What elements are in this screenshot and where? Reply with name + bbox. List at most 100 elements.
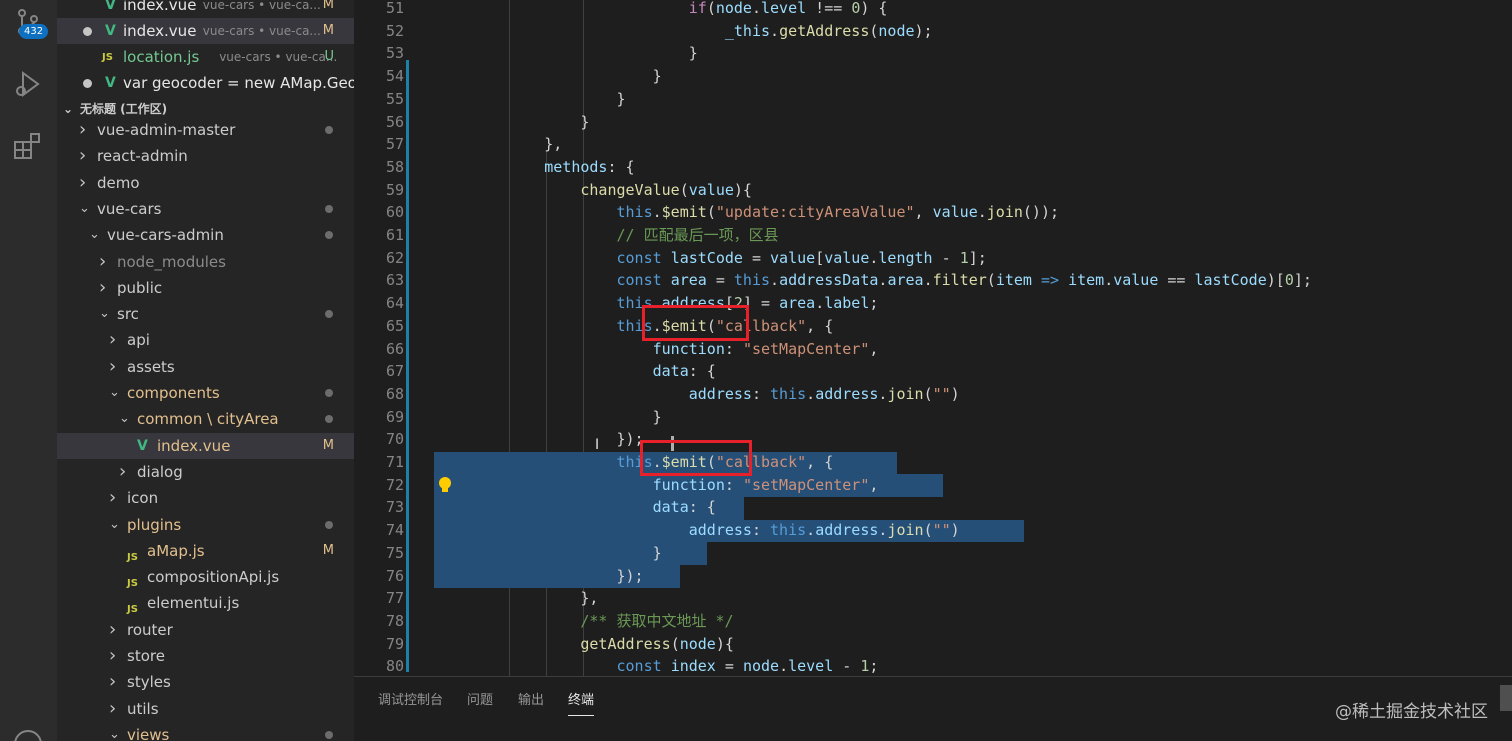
folder-item[interactable]: ⌄ vue-cars-admin: [57, 222, 354, 248]
folder-item[interactable]: ⌄ common \ cityArea: [57, 406, 354, 432]
code-token: item: [995, 271, 1032, 290]
code-token: this: [770, 521, 807, 540]
folder-item[interactable]: › node_modules: [57, 249, 354, 275]
file-item[interactable]: JS aMap.js M: [57, 538, 354, 564]
code-token: join: [887, 521, 924, 540]
code-token: : {: [688, 362, 716, 381]
folder-item[interactable]: › dialog: [57, 459, 354, 485]
run-debug-icon[interactable]: [12, 68, 44, 100]
open-editor-path: vue-cars • vue-ca...: [219, 50, 338, 64]
vue-file-icon: V: [105, 0, 116, 13]
code-token: }: [472, 543, 662, 562]
text-cursor-icon: I: [595, 437, 600, 453]
watermark: @稀土掘金技术社区: [1335, 702, 1488, 722]
code-token: (: [986, 271, 996, 290]
code-editor[interactable]: 51 if(node.level !== 0) {52 _this.getAdd…: [354, 0, 1512, 676]
file-item[interactable]: JS elementui.js: [57, 590, 354, 616]
panel-tab[interactable]: 输出: [518, 689, 544, 708]
lightbulb-icon[interactable]: [438, 476, 452, 494]
code-token: /** 获取中文地址 */: [580, 611, 734, 630]
line-number: 60: [385, 203, 404, 222]
code-token: 1: [959, 248, 969, 267]
line-number: 71: [385, 453, 404, 471]
code-token: }: [472, 44, 698, 63]
open-editor-name: location.js: [123, 48, 200, 66]
code-token: "setMapCenter": [742, 475, 870, 494]
folder-item[interactable]: › router: [57, 617, 354, 643]
panel-scrollbar[interactable]: [1500, 685, 1512, 711]
line-number: 61: [385, 226, 404, 244]
vue-file-icon: V: [105, 75, 116, 91]
folder-item[interactable]: › store: [57, 643, 354, 669]
code-token: )[: [1266, 271, 1285, 290]
folder-item[interactable]: ⌄ components: [57, 380, 354, 406]
folder-item[interactable]: › styles: [57, 669, 354, 695]
extensions-icon[interactable]: [12, 130, 44, 162]
folder-item[interactable]: › public: [57, 275, 354, 301]
code-line: 54 }: [354, 65, 1512, 88]
code-token: ==: [1158, 271, 1195, 290]
panel-tab[interactable]: 调试控制台: [378, 689, 443, 708]
chevron-right-icon: ›: [79, 119, 87, 140]
code-token: $emit: [661, 203, 707, 222]
code-token: data: [652, 362, 689, 381]
folder-item[interactable]: › assets: [57, 354, 354, 380]
account-icon[interactable]: [12, 728, 44, 741]
file-item[interactable]: JS compositionApi.js: [57, 564, 354, 590]
scm-badge: 432: [19, 24, 49, 39]
code-token: :: [751, 521, 771, 540]
folder-item[interactable]: › demo: [57, 170, 354, 196]
code-token: node: [679, 634, 716, 653]
folder-item[interactable]: › react-admin: [57, 143, 354, 169]
code-token: !==: [806, 0, 852, 17]
code-line: 68 address: this.address.join(""): [354, 383, 1512, 406]
line-number: 54: [385, 67, 404, 86]
code-token: .: [652, 203, 662, 222]
code-line: 76 });: [354, 565, 1512, 588]
folder-item[interactable]: ⌄ views: [57, 722, 354, 741]
tree-item-label: router: [127, 620, 173, 639]
folder-item[interactable]: › vue-admin-master: [57, 117, 354, 143]
code-token: area: [670, 271, 707, 290]
code-line: 58 methods: {: [354, 156, 1512, 179]
code-text: this.$emit("update:cityAreaValue", value…: [472, 201, 1060, 223]
code-text: getAddress(node){: [472, 633, 734, 655]
open-editor-item[interactable]: Vindex.vue vue-cars • vue-ca... M: [57, 0, 354, 18]
folder-item[interactable]: ⌄ vue-cars: [57, 196, 354, 222]
code-text: /** 获取中文地址 */: [472, 610, 734, 632]
open-editor-item[interactable]: JS location.js vue-cars • vue-ca... U: [57, 44, 354, 70]
folder-item[interactable]: › api: [57, 327, 354, 353]
unsaved-dot-icon: [83, 79, 92, 88]
modified-dot-icon: [325, 126, 333, 134]
code-token: ());: [1022, 203, 1060, 222]
panel-tab[interactable]: 问题: [467, 689, 493, 708]
code-text: address: this.address.join(""): [472, 519, 960, 541]
tree-item-label: react-admin: [97, 147, 188, 166]
code-text: _this.getAddress(node);: [472, 20, 933, 42]
open-editor-item[interactable]: Vvar geocoder = new AMap.Geo...: [57, 70, 354, 96]
code-token: value: [932, 203, 978, 222]
code-token: .: [923, 271, 933, 290]
code-token: address: [815, 384, 879, 403]
panel-tab[interactable]: 终端: [568, 689, 595, 716]
folder-item[interactable]: ⌄ plugins: [57, 512, 354, 538]
code-line: 67 data: {: [354, 360, 1512, 383]
line-number: 70: [385, 430, 404, 449]
tree-item-label: demo: [97, 173, 140, 192]
code-token: node: [878, 21, 915, 40]
folder-item[interactable]: ⌄ src: [57, 301, 354, 327]
file-item[interactable]: Vindex.vue M: [57, 432, 354, 459]
code-token: changeValue: [580, 180, 680, 199]
annotation-box: [642, 305, 749, 341]
open-editor-item[interactable]: Vindex.vue vue-cars • vue-ca... M: [57, 18, 354, 44]
code-token: data: [652, 498, 689, 517]
code-token: 0: [1284, 271, 1294, 290]
folder-item[interactable]: › utils: [57, 696, 354, 722]
code-token: }: [472, 407, 662, 426]
line-number: 67: [385, 362, 404, 381]
folder-item[interactable]: › icon: [57, 485, 354, 511]
